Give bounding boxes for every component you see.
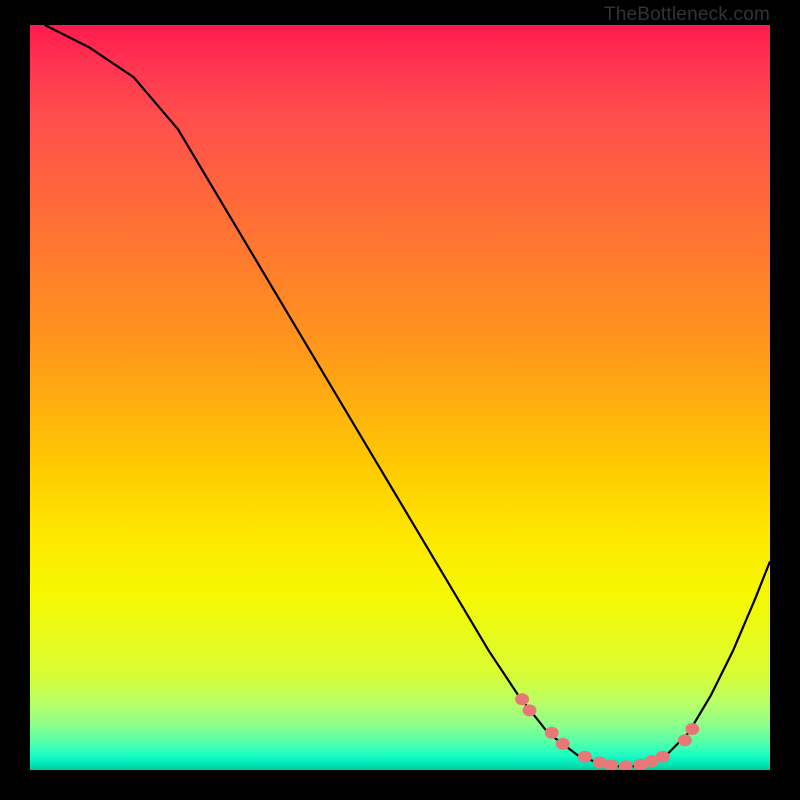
curve-marker xyxy=(515,693,529,705)
plot-area xyxy=(30,25,770,770)
curve-marker xyxy=(578,751,592,763)
curve-markers xyxy=(515,693,699,770)
curve-svg xyxy=(30,25,770,770)
curve-marker xyxy=(619,760,633,770)
curve-marker xyxy=(523,704,537,716)
curve-marker xyxy=(556,738,570,750)
curve-marker xyxy=(678,734,692,746)
curve-marker xyxy=(545,727,559,739)
chart-container: TheBottleneck.com xyxy=(0,0,800,800)
watermark-text: TheBottleneck.com xyxy=(604,4,770,26)
bottleneck-curve xyxy=(45,25,770,766)
curve-marker xyxy=(685,723,699,735)
curve-marker xyxy=(656,751,670,763)
